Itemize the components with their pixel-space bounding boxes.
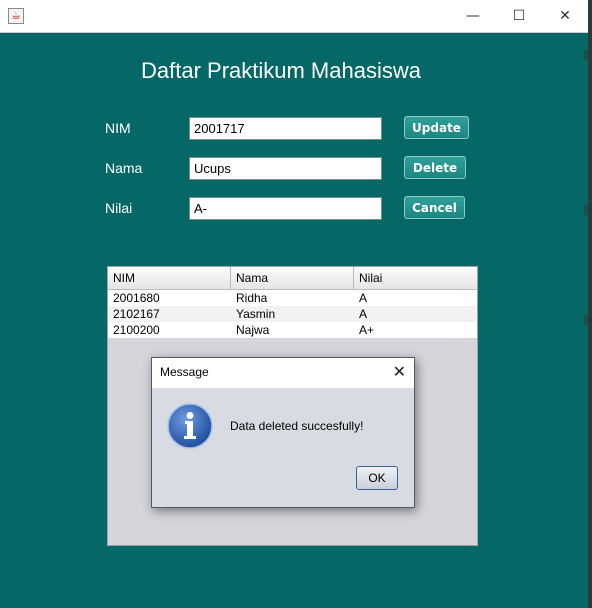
cell-nama: Yasmin [236,307,276,321]
column-header-nama[interactable]: Nama [231,267,354,289]
cell-nim: 2100200 [113,323,160,337]
ok-button[interactable]: OK [356,466,398,490]
java-app-icon: ☕ [8,8,24,24]
nim-label: NIM [105,120,131,136]
table-row[interactable]: 2100200 Najwa A+ [108,322,477,338]
nilai-input[interactable]: A- [189,197,382,220]
cancel-button[interactable]: Cancel [404,196,465,219]
window-edge-mark [584,315,588,325]
dialog-close-icon[interactable]: ✕ [393,362,406,381]
cell-nilai: A+ [359,323,375,337]
cell-nama: Ridha [236,291,268,305]
delete-button[interactable]: Delete [404,156,466,179]
dialog-message: Data deleted succesfully! [230,419,364,433]
table-row[interactable]: 2001680 Ridha A [108,290,477,306]
cell-nama: Najwa [236,323,270,337]
cell-nim: 2102167 [113,307,160,321]
info-icon [167,403,213,449]
maximize-button[interactable]: ☐ [496,0,542,32]
table-header: NIM Nama Nilai [108,267,477,290]
window-edge-mark [584,50,588,60]
nama-input[interactable]: Ucups [189,157,382,180]
page-title: Daftar Praktikum Mahasiswa [141,58,421,83]
cell-nim: 2001680 [113,291,160,305]
update-button[interactable]: Update [404,116,469,139]
window-edge-mark [584,205,588,215]
title-bar: ☕ — ☐ ✕ [0,0,588,33]
dialog-title: Message [160,365,209,379]
app-window: ☕ — ☐ ✕ Daftar Praktikum Mahasiswa NIM 2… [0,0,592,608]
dialog-title-bar: Message ✕ [152,358,414,388]
nim-input[interactable]: 2001717 [189,117,382,140]
close-window-button[interactable]: ✕ [542,0,588,32]
minimize-button[interactable]: — [450,0,496,32]
nama-label: Nama [105,160,143,176]
column-header-nilai[interactable]: Nilai [354,267,477,289]
column-header-nim[interactable]: NIM [108,267,231,289]
message-dialog: Message ✕ Data deleted succesfully! OK [151,357,415,508]
cell-nilai: A [359,307,368,321]
nilai-label: Nilai [105,200,133,216]
table-row[interactable]: 2102167 Yasmin A [108,306,477,322]
cell-nilai: A [359,291,368,305]
